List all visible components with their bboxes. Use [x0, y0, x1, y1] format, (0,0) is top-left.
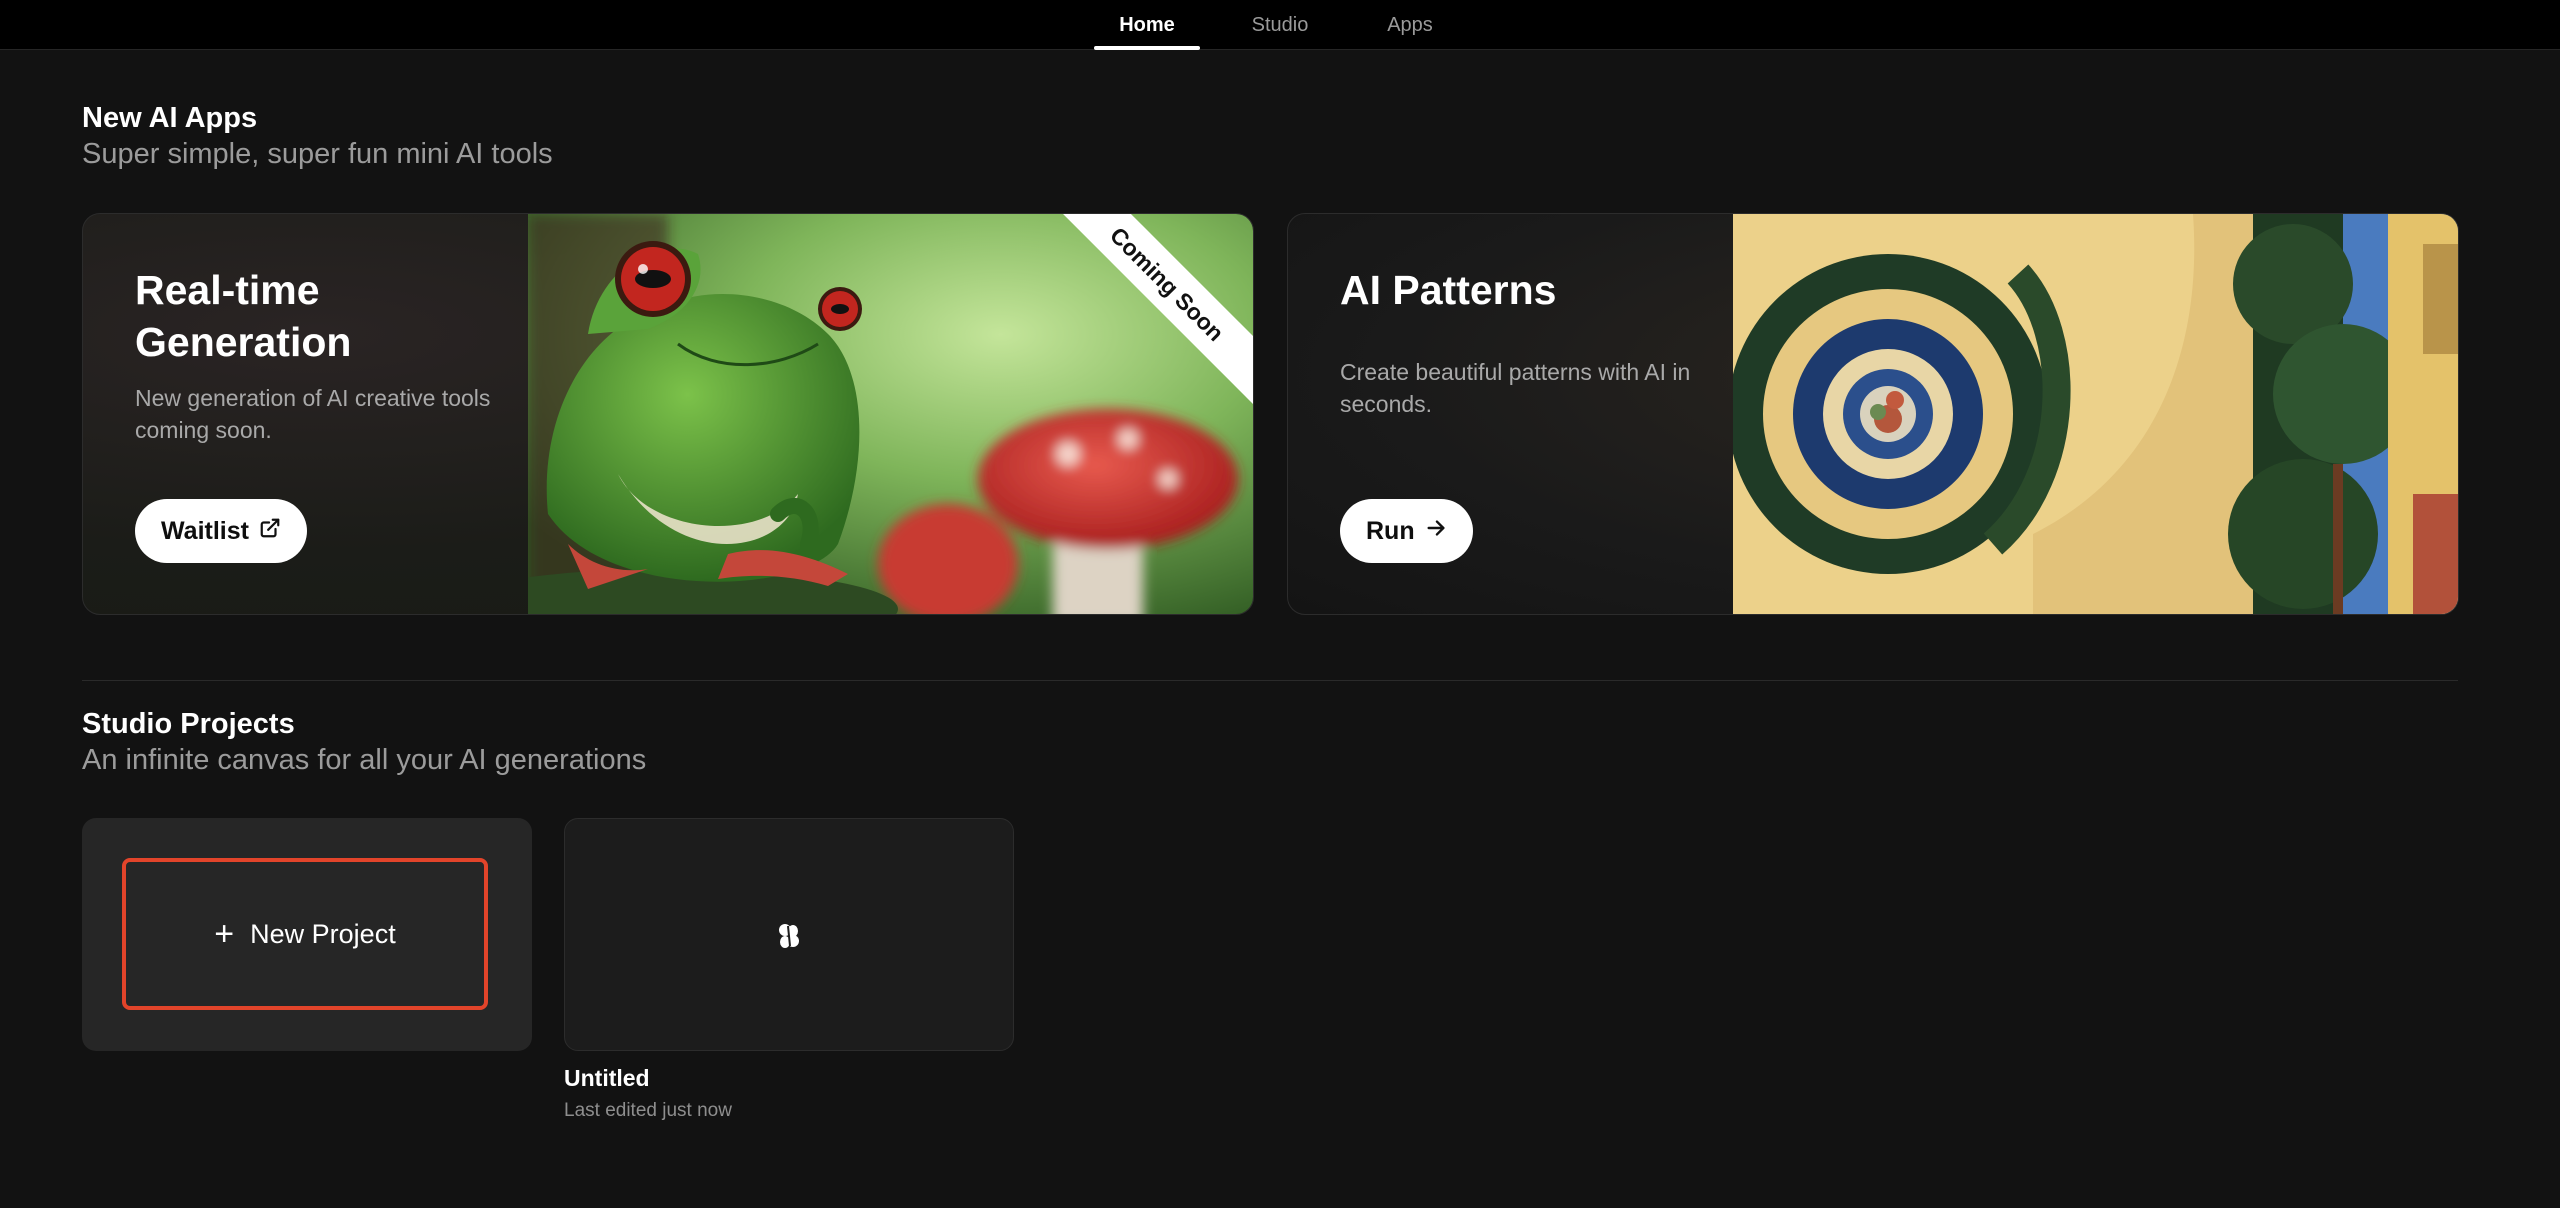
projects-section-subtitle: An infinite canvas for all your AI gener…: [82, 744, 647, 776]
spiral-pattern-image: [1733, 214, 2458, 614]
card-title: Real-time Generation: [135, 267, 352, 365]
arrow-right-icon: [1425, 517, 1447, 546]
project-card-untitled[interactable]: [564, 818, 1014, 1051]
section-divider: [82, 680, 2458, 681]
realtime-generation-card[interactable]: Real-time Generation New generation of A…: [82, 213, 1254, 615]
card-title: AI Patterns: [1340, 267, 1557, 313]
plus-icon: +: [214, 915, 235, 953]
apps-section-title: New AI Apps: [82, 102, 258, 134]
ai-patterns-card[interactable]: AI Patterns Create beautiful patterns wi…: [1287, 213, 2459, 615]
waitlist-button[interactable]: Waitlist: [135, 499, 307, 563]
card-description: New generation of AI creative tools comi…: [135, 385, 491, 443]
apps-section-subtitle: Super simple, super fun mini AI tools: [82, 138, 553, 170]
project-last-edited: Last edited just now: [564, 1100, 732, 1121]
run-button[interactable]: Run: [1340, 499, 1473, 563]
tab-home[interactable]: Home: [1094, 0, 1200, 50]
card-description: Create beautiful patterns with AI in sec…: [1340, 359, 1691, 417]
project-name[interactable]: Untitled: [564, 1065, 650, 1092]
run-button-label: Run: [1366, 516, 1415, 545]
projects-section-title: Studio Projects: [82, 708, 295, 740]
external-link-icon: [259, 517, 281, 546]
app-logo-icon: [777, 922, 801, 950]
tab-studio[interactable]: Studio: [1232, 0, 1328, 50]
frog-on-mushroom-image: Coming Soon: [528, 214, 1253, 614]
top-nav: Home Studio Apps: [0, 0, 2560, 50]
tab-apps[interactable]: Apps: [1360, 0, 1460, 50]
new-project-label: New Project: [250, 918, 396, 949]
new-project-card: + New Project: [82, 818, 532, 1051]
waitlist-button-label: Waitlist: [161, 516, 249, 545]
new-project-button[interactable]: + New Project: [122, 858, 488, 1010]
